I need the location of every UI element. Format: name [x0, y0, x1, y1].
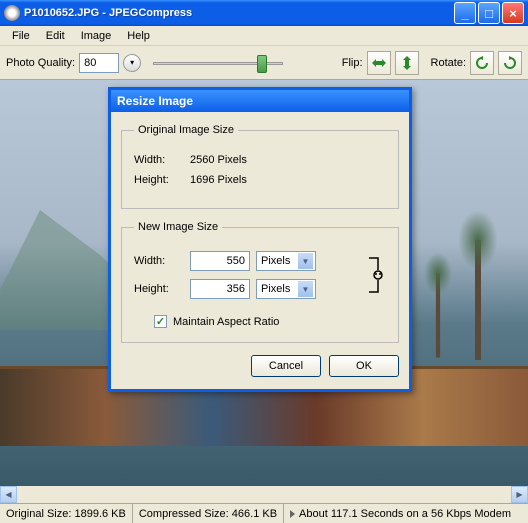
orig-height-value: 1696 Pixels [190, 174, 270, 186]
ok-button[interactable]: OK [329, 355, 399, 377]
aspect-ratio-checkbox[interactable]: ✓ [154, 315, 167, 328]
new-width-label: Width: [134, 255, 184, 267]
quality-input[interactable]: 80 [79, 53, 119, 73]
new-height-unit-select[interactable]: Pixels ▼ [256, 279, 316, 299]
toolbar: Photo Quality: 80 ▾ Flip: Rotate: [0, 46, 528, 80]
orig-width-value: 2560 Pixels [190, 154, 270, 166]
new-width-input[interactable]: 550 [190, 251, 250, 271]
flip-horizontal-icon [371, 55, 387, 71]
status-modem-time: About 117.1 Seconds on a 56 Kbps Modem [284, 504, 528, 523]
minimize-button[interactable]: _ [454, 2, 476, 24]
status-compressed-size: Compressed Size: 466.1 KB [133, 504, 284, 523]
flip-label: Flip: [342, 57, 363, 69]
quality-slider[interactable] [153, 53, 283, 73]
original-size-group: Original Image Size Width: 2560 Pixels H… [121, 124, 399, 209]
quality-label: Photo Quality: [6, 57, 75, 69]
dialog-title: Resize Image [111, 90, 409, 112]
image-viewport: Resize Image Original Image Size Width: … [0, 80, 528, 486]
orig-width-label: Width: [134, 154, 184, 166]
original-legend: Original Image Size [134, 124, 238, 136]
flip-vertical-button[interactable] [395, 51, 419, 75]
new-height-label: Height: [134, 283, 184, 295]
chevron-down-icon: ▼ [298, 253, 313, 269]
menu-help[interactable]: Help [119, 28, 158, 44]
new-height-input[interactable]: 356 [190, 279, 250, 299]
close-button[interactable]: × [502, 2, 524, 24]
aspect-ratio-label: Maintain Aspect Ratio [173, 316, 279, 328]
scroll-left-button[interactable]: ◀ [0, 486, 17, 503]
new-legend: New Image Size [134, 221, 222, 233]
rotate-left-button[interactable] [470, 51, 494, 75]
rotate-left-icon [474, 55, 490, 71]
flip-horizontal-button[interactable] [367, 51, 391, 75]
quality-spin-button[interactable]: ▾ [123, 54, 141, 72]
rotate-right-button[interactable] [498, 51, 522, 75]
menu-image[interactable]: Image [73, 28, 120, 44]
slider-thumb[interactable] [257, 55, 267, 73]
new-size-group: New Image Size Width: 550 Pixels ▼ He [121, 221, 399, 343]
horizontal-scrollbar[interactable]: ◀ ▶ [0, 486, 528, 503]
menu-file[interactable]: File [4, 28, 38, 44]
flip-vertical-icon [399, 55, 415, 71]
menu-bar: File Edit Image Help [0, 26, 528, 46]
rotate-label: Rotate: [431, 57, 466, 69]
status-original-size: Original Size: 1899.6 KB [0, 504, 133, 523]
resize-dialog: Resize Image Original Image Size Width: … [108, 87, 412, 392]
window-title: P1010652.JPG - JPEGCompress [24, 7, 454, 19]
menu-edit[interactable]: Edit [38, 28, 73, 44]
orig-height-label: Height: [134, 174, 184, 186]
cancel-button[interactable]: Cancel [251, 355, 321, 377]
new-width-unit-select[interactable]: Pixels ▼ [256, 251, 316, 271]
window-titlebar: P1010652.JPG - JPEGCompress _ □ × [0, 0, 528, 26]
app-icon [4, 5, 20, 21]
rotate-right-icon [502, 55, 518, 71]
status-bar: Original Size: 1899.6 KB Compressed Size… [0, 503, 528, 523]
scroll-track[interactable] [17, 486, 511, 503]
aspect-link-icon [366, 250, 386, 300]
chevron-down-icon: ▼ [298, 281, 313, 297]
scroll-right-button[interactable]: ▶ [511, 486, 528, 503]
maximize-button[interactable]: □ [478, 2, 500, 24]
play-icon [290, 510, 295, 518]
